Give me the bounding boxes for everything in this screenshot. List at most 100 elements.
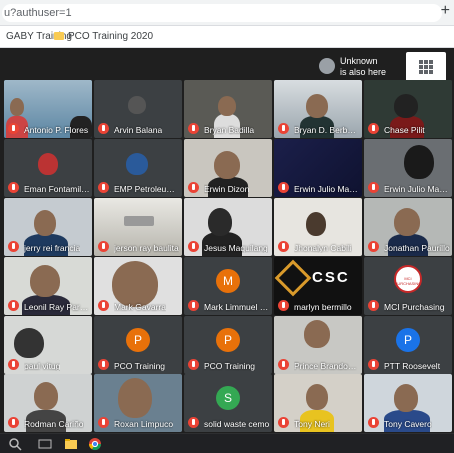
participant-name: Erwin Dizon xyxy=(204,184,250,194)
participant-tile[interactable]: P PCO Training xyxy=(94,316,182,374)
mci-logo: MCI PURCHASING xyxy=(394,265,422,293)
mic-off-icon xyxy=(368,241,379,252)
folder-icon xyxy=(54,32,64,41)
participant-name: Eman Fontamillas xyxy=(24,184,90,194)
participant-tile[interactable]: paul vitug xyxy=(4,316,92,374)
mic-off-icon xyxy=(278,417,289,428)
file-explorer-icon[interactable] xyxy=(64,437,78,451)
participant-name: Mark Limmuel Fu... xyxy=(204,302,270,312)
participant-name: Prince Brandon I... xyxy=(294,361,360,371)
participant-name: Rodman Cariño xyxy=(24,419,84,429)
mic-off-icon xyxy=(8,241,19,252)
mic-off-icon xyxy=(368,182,379,193)
participant-tile[interactable]: Chase Pilit xyxy=(364,80,452,138)
mic-off-icon xyxy=(278,182,289,193)
mic-off-icon xyxy=(188,300,199,311)
mic-off-icon xyxy=(278,123,289,134)
mic-off-icon xyxy=(98,359,109,370)
participant-name: MCI Purchasing xyxy=(384,302,445,312)
mic-off-icon xyxy=(278,241,289,252)
avatar-icon xyxy=(319,58,335,74)
participant-tile[interactable]: Bryan D. Berbeco xyxy=(274,80,362,138)
participant-name: Erwin Julio Maga... xyxy=(384,184,450,194)
participant-name: paul vitug xyxy=(24,361,61,371)
unknown-participant-notice: Unknown is also here xyxy=(314,54,404,80)
participant-name: solid waste cemo xyxy=(204,419,270,429)
chrome-icon[interactable] xyxy=(88,437,102,451)
participant-tile[interactable]: Bryan Badilla xyxy=(184,80,272,138)
participant-name: PTT Roosevelt xyxy=(384,361,441,371)
participant-name: jerson ray baulita xyxy=(114,243,179,253)
mic-off-icon xyxy=(98,241,109,252)
task-view-icon[interactable] xyxy=(38,437,52,451)
participant-tile[interactable]: S solid waste cemo xyxy=(184,374,272,432)
participant-tile[interactable]: M Mark Limmuel Fu... xyxy=(184,257,272,315)
participant-tile[interactable]: P PCO Training xyxy=(184,316,272,374)
search-icon[interactable] xyxy=(8,437,22,451)
avatar-initial: P xyxy=(216,328,240,352)
participant-name: Tony Neri xyxy=(294,419,330,429)
participant-tile[interactable]: Antonio P. Flores xyxy=(4,80,92,138)
participant-tile[interactable]: Roxan Limpuco xyxy=(94,374,182,432)
participant-name: Jonathan Paurillo xyxy=(384,243,450,253)
participant-name: marlyn bermillo xyxy=(294,302,352,312)
participant-tile[interactable]: Tony Neri xyxy=(274,374,362,432)
mic-off-icon xyxy=(188,417,199,428)
bookmark-pco-training[interactable]: PCO Training 2020 xyxy=(54,30,153,44)
mic-off-icon xyxy=(278,300,289,311)
mic-off-icon xyxy=(368,123,379,134)
participant-tile[interactable]: Erwin Dizon xyxy=(184,139,272,197)
participant-name: Jhonalyn Cabili xyxy=(294,243,352,253)
participant-tile[interactable]: Erwin Julio Maga... xyxy=(364,139,452,197)
participant-name: Mark Gavarra xyxy=(114,302,166,312)
participant-tile[interactable]: Jonathan Paurillo xyxy=(364,198,452,256)
mic-off-icon xyxy=(368,359,379,370)
taskbar xyxy=(0,433,454,453)
avatar-initial: S xyxy=(216,386,240,410)
avatar-initial: M xyxy=(216,269,240,293)
address-bar[interactable]: u?authuser=1 + xyxy=(0,0,454,26)
layout-grid-button[interactable] xyxy=(406,52,446,82)
participant-tile[interactable]: Mark Gavarra xyxy=(94,257,182,315)
participant-tile[interactable]: Eman Fontamillas xyxy=(4,139,92,197)
avatar-initial: P xyxy=(396,328,420,352)
mic-off-icon xyxy=(8,182,19,193)
mic-off-icon xyxy=(8,300,19,311)
avatar-initial: P xyxy=(126,328,150,352)
mic-off-icon xyxy=(278,359,289,370)
participant-name: Roxan Limpuco xyxy=(114,419,174,429)
participant-name: PCO Training xyxy=(204,361,256,371)
mic-off-icon xyxy=(188,359,199,370)
mci-logo-text: MCI PURCHASING xyxy=(394,276,422,286)
participant-tile[interactable]: Tony Cavero xyxy=(364,374,452,432)
mic-off-icon xyxy=(8,417,19,428)
unknown-line1: Unknown xyxy=(340,56,378,66)
participant-tile[interactable]: MCI PURCHASING MCI Purchasing xyxy=(364,257,452,315)
mic-off-icon xyxy=(8,359,19,370)
participant-name: Leonil Ray Pareja xyxy=(24,302,90,312)
participant-tile[interactable]: Leonil Ray Pareja xyxy=(4,257,92,315)
mic-off-icon xyxy=(98,417,109,428)
participant-tile[interactable]: P PTT Roosevelt xyxy=(364,316,452,374)
mic-off-icon xyxy=(98,182,109,193)
participant-name: Bryan Badilla xyxy=(204,125,255,135)
participant-tile[interactable]: EMP Petroleum O... xyxy=(94,139,182,197)
participant-tile[interactable]: Jesus Maquilang xyxy=(184,198,272,256)
url-field[interactable]: u?authuser=1 xyxy=(2,4,442,22)
new-tab-button[interactable]: + xyxy=(441,2,450,20)
participant-tile[interactable]: Erwin Julio Maga... xyxy=(274,139,362,197)
participant-tile[interactable]: Jhonalyn Cabili xyxy=(274,198,362,256)
participant-tile[interactable]: jerry rei francia xyxy=(4,198,92,256)
csc-logo-text: CSC xyxy=(312,269,350,286)
unknown-line2: is also here xyxy=(340,67,387,77)
participant-name: Erwin Julio Maga... xyxy=(294,184,360,194)
participant-tile[interactable]: CSC marlyn bermillo xyxy=(274,257,362,315)
mic-off-icon xyxy=(98,300,109,311)
participant-tile[interactable]: jerson ray baulita xyxy=(94,198,182,256)
mic-off-icon xyxy=(188,182,199,193)
participant-tile[interactable]: Prince Brandon I... xyxy=(274,316,362,374)
participant-name: Bryan D. Berbeco xyxy=(294,125,360,135)
participant-tile[interactable]: Rodman Cariño xyxy=(4,374,92,432)
participant-tile[interactable]: Arvin Balana xyxy=(94,80,182,138)
grid-icon xyxy=(419,60,433,74)
